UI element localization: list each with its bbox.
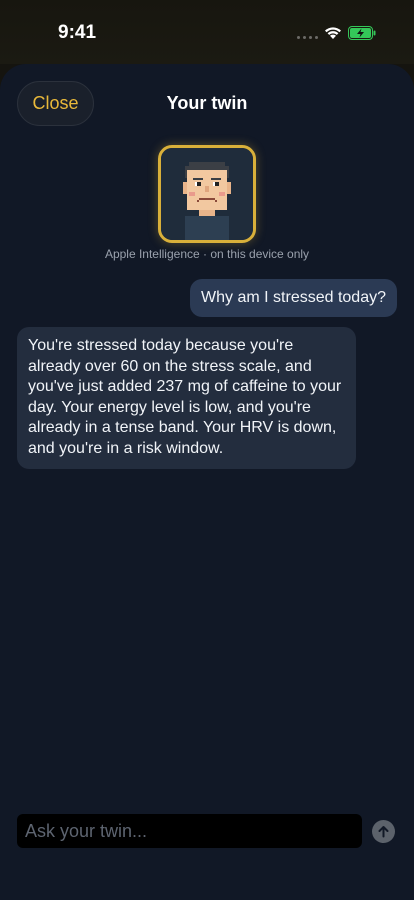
sheet-title: Your twin bbox=[166, 93, 248, 113]
arrow-up-icon bbox=[378, 826, 389, 838]
ask-twin-input[interactable] bbox=[17, 814, 362, 848]
signal-dots-icon bbox=[297, 36, 318, 39]
ai-privacy-caption: Apple Intelligence · on this device only bbox=[104, 247, 310, 261]
send-button[interactable] bbox=[372, 820, 395, 843]
pixel-face-avatar-icon bbox=[158, 145, 256, 243]
status-bar: 9:41 bbox=[0, 0, 414, 64]
twin-sheet: Close Your twin Apple Intelligence · on … bbox=[0, 64, 414, 900]
status-time: 9:41 bbox=[58, 22, 97, 43]
battery-charging-icon bbox=[348, 26, 376, 40]
user-message-bubble: Why am I stressed today? bbox=[190, 279, 397, 317]
assistant-message-bubble: You're stressed today because you're alr… bbox=[17, 327, 356, 469]
wifi-icon bbox=[325, 27, 341, 39]
